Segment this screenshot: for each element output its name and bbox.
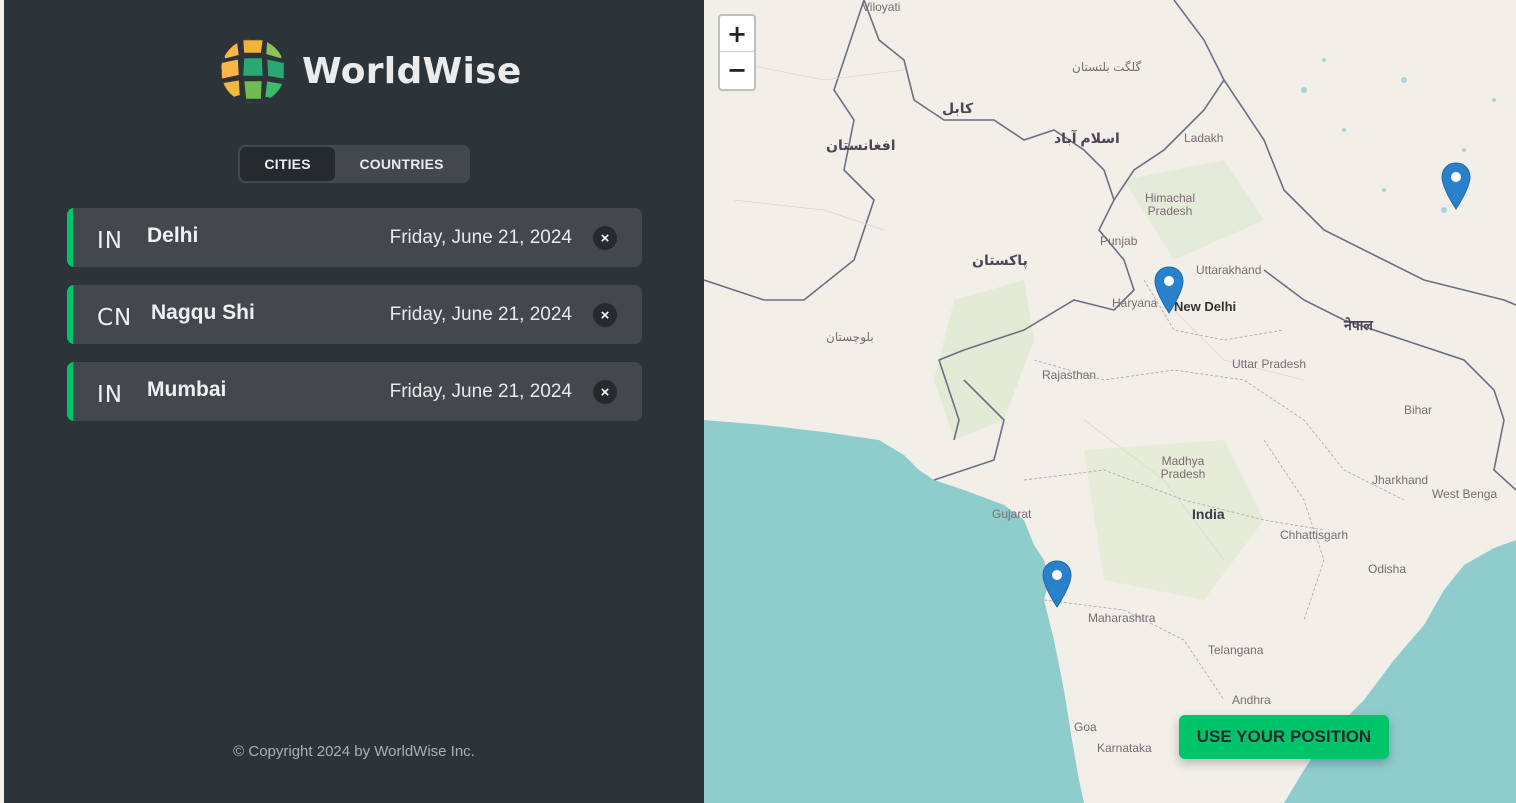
label-uttar-pradesh: Uttar Pradesh — [1232, 357, 1307, 371]
label-viloyati: Viloyati — [862, 0, 901, 14]
globe-logo-icon — [221, 39, 285, 103]
app: WorldWise CITIES COUNTRIES IN Delhi Frid… — [0, 0, 1516, 803]
label-karnataka: Karnataka — [1097, 741, 1152, 755]
city-name: Delhi — [147, 224, 199, 247]
label-madhya-pradesh: Madhya Pradesh — [1160, 454, 1206, 481]
logo[interactable]: WorldWise — [218, 34, 522, 108]
label-west-bengal: West Benga — [1432, 487, 1498, 501]
city-item[interactable]: CN Nagqu Shi Friday, June 21, 2024 × — [67, 285, 642, 344]
city-name: Nagqu Shi — [151, 301, 255, 324]
delete-city-button[interactable]: × — [593, 380, 617, 404]
label-maharashtra: Maharashtra — [1088, 611, 1156, 625]
delete-city-button[interactable]: × — [593, 226, 617, 250]
city-date: Friday, June 21, 2024 — [389, 227, 572, 248]
city-list: IN Delhi Friday, June 21, 2024 × CN Nagq… — [67, 208, 642, 439]
label-kabul: کابل — [942, 100, 974, 116]
label-punjab: Punjab — [1100, 234, 1138, 248]
city-item[interactable]: IN Mumbai Friday, June 21, 2024 × — [67, 362, 642, 421]
sidebar: WorldWise CITIES COUNTRIES IN Delhi Frid… — [4, 0, 704, 803]
city-name: Mumbai — [147, 378, 227, 401]
label-bihar: Bihar — [1404, 403, 1433, 417]
label-gilgit: گلگت بلتستان — [1072, 60, 1142, 74]
label-afghanistan: افغانستان — [826, 137, 896, 153]
label-islamabad: اسلام آباد — [1054, 130, 1120, 146]
zoom-out-button[interactable]: − — [720, 52, 754, 88]
label-goa: Goa — [1074, 720, 1097, 734]
tab-countries[interactable]: COUNTRIES — [335, 147, 468, 181]
map-marker-delhi[interactable] — [1153, 266, 1185, 314]
country-code: IN — [97, 382, 123, 408]
zoom-in-button[interactable]: + — [720, 16, 754, 52]
label-nepal: नेपाल — [1344, 317, 1373, 333]
label-jharkhand: Jharkhand — [1372, 473, 1429, 487]
city-item[interactable]: IN Delhi Friday, June 21, 2024 × — [67, 208, 642, 267]
country-code: CN — [97, 305, 133, 331]
delete-city-button[interactable]: × — [593, 303, 617, 327]
label-ladakh: Ladakh — [1184, 131, 1224, 145]
map[interactable]: افغانستان پاکستان اسلام آباد کابل گلگت ب… — [704, 0, 1516, 803]
city-date: Friday, June 21, 2024 — [389, 304, 572, 325]
label-telangana: Telangana — [1208, 643, 1264, 657]
label-rajasthan: Rajasthan — [1042, 368, 1097, 382]
label-uttarakhand: Uttarakhand — [1196, 263, 1262, 277]
label-gujarat: Gujarat — [992, 507, 1032, 521]
label-india: India — [1192, 506, 1225, 522]
label-haryana: Haryana — [1112, 296, 1158, 310]
zoom-control: + − — [718, 14, 756, 91]
label-odisha: Odisha — [1368, 562, 1407, 576]
map-tiles[interactable] — [704, 0, 1516, 803]
tab-bar: CITIES COUNTRIES — [238, 145, 470, 183]
label-chhattisgarh: Chhattisgarh — [1280, 528, 1349, 542]
label-pakistan: پاکستان — [972, 252, 1028, 268]
use-position-button[interactable]: USE YOUR POSITION — [1179, 715, 1389, 759]
copyright: © Copyright 2024 by WorldWise Inc. — [233, 743, 475, 760]
tab-cities[interactable]: CITIES — [240, 147, 336, 181]
country-code: IN — [97, 228, 123, 254]
label-balochistan: بلوچستان — [826, 330, 874, 344]
label-himachal: Himachal Pradesh — [1144, 191, 1195, 218]
map-marker-nagqu[interactable] — [1440, 162, 1472, 210]
map-marker-mumbai[interactable] — [1041, 560, 1073, 608]
app-name: WorldWise — [302, 50, 522, 92]
label-andhra: Andhra — [1232, 693, 1271, 707]
city-date: Friday, June 21, 2024 — [389, 381, 572, 402]
